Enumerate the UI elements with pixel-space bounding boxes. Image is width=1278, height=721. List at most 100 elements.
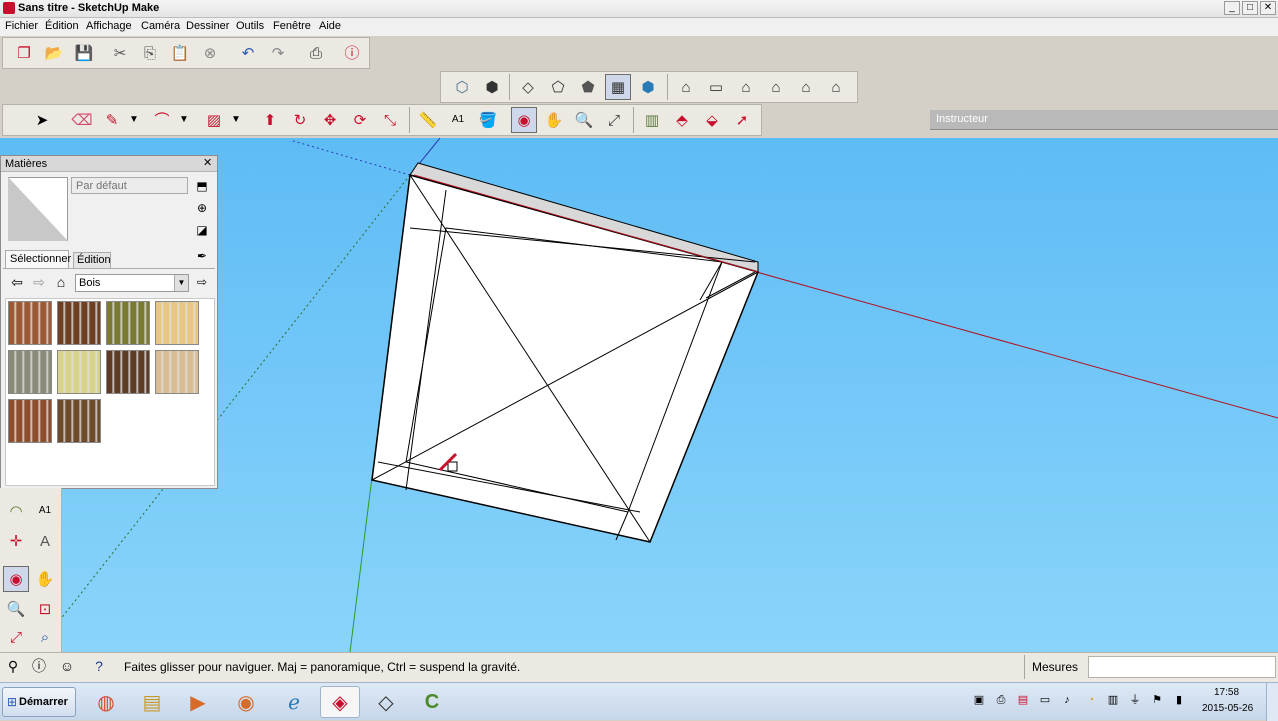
warehouse-icon[interactable]: ▥ (639, 107, 665, 133)
orbit-icon[interactable]: ◉ (3, 566, 29, 592)
swatch-wood-4[interactable] (155, 301, 199, 345)
chevron-down-icon[interactable]: ▼ (229, 107, 243, 133)
create-material-icon[interactable]: ⊕ (192, 198, 212, 218)
protractor-icon[interactable]: ◠ (3, 498, 29, 524)
firefox-icon[interactable]: ◉ (226, 686, 266, 718)
menu-camera[interactable]: Caméra (141, 20, 180, 32)
monitor-icon[interactable]: ▭ (1038, 693, 1052, 707)
share-model-icon[interactable]: ⬘ (669, 107, 695, 133)
home-icon[interactable]: ⌂ (51, 272, 71, 292)
instructor-panel[interactable]: Instructeur (930, 110, 1278, 130)
media-player-icon[interactable]: ▶ (178, 686, 218, 718)
forward-arrow-icon[interactable]: ⇨ (29, 272, 49, 292)
swatch-wood-1[interactable] (8, 301, 52, 345)
top-view-icon[interactable]: ▭ (703, 74, 729, 100)
flag-icon[interactable]: ⚑ (1150, 693, 1164, 707)
menu-fichier[interactable]: Fichier (5, 20, 38, 32)
cut-icon[interactable]: ✂ (107, 40, 133, 66)
back-view-icon[interactable]: ⌂ (793, 74, 819, 100)
chevron-down-icon[interactable]: ▼ (177, 107, 191, 133)
swatch-wood-10[interactable] (57, 399, 101, 443)
help-icon[interactable]: ? (88, 654, 110, 678)
swatch-wood-2[interactable] (57, 301, 101, 345)
previous-view-icon[interactable]: ⌕ (32, 624, 58, 650)
update-icon[interactable]: ◔ (1084, 693, 1098, 707)
swatch-wood-5[interactable] (8, 350, 52, 394)
text-icon[interactable]: A1 (445, 107, 471, 133)
wireframe-icon[interactable]: ◇ (515, 74, 541, 100)
sample-paint-icon[interactable]: ✒ (192, 246, 212, 266)
menu-affichage[interactable]: Affichage (86, 20, 132, 32)
open-folder-icon[interactable]: 📂 (41, 40, 67, 66)
start-button[interactable]: ⊞ Démarrer (2, 687, 76, 717)
pdf-icon[interactable]: ▤ (1016, 693, 1030, 707)
network-icon[interactable]: ▣ (972, 693, 986, 707)
pan-hand-icon[interactable]: ✋ (32, 566, 58, 592)
menu-outils[interactable]: Outils (236, 20, 264, 32)
swatch-wood-9[interactable] (8, 399, 52, 443)
tray-app-icon[interactable]: ▥ (1106, 693, 1120, 707)
usb-icon[interactable]: ⏚ (1128, 693, 1142, 707)
text-icon[interactable]: A1 (32, 498, 58, 524)
swatch-wood-6[interactable] (57, 350, 101, 394)
back-edges-icon[interactable]: ⬢ (479, 74, 505, 100)
swatch-wood-7[interactable] (106, 350, 150, 394)
unity-icon[interactable]: ◇ (366, 686, 406, 718)
menu-edition[interactable]: Édition (45, 20, 79, 32)
tab-selectionner[interactable]: Sélectionner (5, 250, 71, 268)
sketchup-taskbar-icon[interactable]: ◈ (320, 686, 360, 718)
new-file-icon[interactable]: ❐ (11, 40, 37, 66)
details-arrow-icon[interactable]: ⇨ (192, 272, 212, 292)
rectangle-icon[interactable]: ▨ (201, 107, 227, 133)
right-view-icon[interactable]: ⌂ (763, 74, 789, 100)
back-arrow-icon[interactable]: ⇦ (7, 272, 27, 292)
undo-icon[interactable]: ↶ (235, 40, 261, 66)
swatch-wood-8[interactable] (155, 350, 199, 394)
shaded-icon[interactable]: ⬟ (575, 74, 601, 100)
orbit-icon[interactable]: ◉ (511, 107, 537, 133)
tape-measure-icon[interactable]: 📏 (415, 107, 441, 133)
3d-text-icon[interactable]: A (32, 528, 58, 554)
material-name-field[interactable] (71, 177, 188, 194)
zoom-icon[interactable]: 🔍 (571, 107, 597, 133)
internet-explorer-icon[interactable]: ℯ (274, 686, 314, 718)
copy-icon[interactable]: ⎘ (137, 40, 163, 66)
rotate-icon[interactable]: ⟳ (347, 107, 373, 133)
chevron-down-icon[interactable]: ▼ (127, 107, 141, 133)
signal-icon[interactable]: ▮ (1172, 693, 1186, 707)
maximize-button[interactable]: □ (1242, 1, 1258, 15)
default-material-icon[interactable]: ◪ (192, 220, 212, 240)
credits-icon[interactable]: ⓘ (28, 654, 50, 678)
chrome-icon[interactable]: ◍ (86, 686, 126, 718)
printer-icon[interactable]: ⎙ (994, 693, 1008, 707)
close-button[interactable]: ✕ (1260, 1, 1276, 15)
components-icon[interactable]: ⬙ (699, 107, 725, 133)
tab-edition[interactable]: Édition (73, 252, 111, 268)
front-view-icon[interactable]: ⌂ (733, 74, 759, 100)
close-icon[interactable]: ✕ (203, 156, 212, 169)
redo-icon[interactable]: ↷ (265, 40, 291, 66)
user-icon[interactable]: ☺ (56, 654, 78, 678)
paste-icon[interactable]: 📋 (167, 40, 193, 66)
menu-fenetre[interactable]: Fenêtre (273, 20, 311, 32)
chevron-down-icon[interactable]: ▼ (174, 275, 188, 291)
zoom-extents-icon[interactable]: ⤢ (601, 107, 627, 133)
show-desktop-button[interactable] (1266, 683, 1278, 721)
print-icon[interactable]: ⎙ (303, 40, 329, 66)
zoom-icon[interactable]: 🔍 (3, 596, 29, 622)
eraser-icon[interactable]: ⌫ (69, 107, 95, 133)
menu-dessiner[interactable]: Dessiner (186, 20, 229, 32)
erase-icon[interactable]: ⊗ (197, 40, 223, 66)
extension-icon[interactable]: ➚ (729, 107, 755, 133)
clock-time[interactable]: 17:58 (1214, 687, 1239, 698)
shaded-textures-icon[interactable]: ▦ (605, 74, 631, 100)
follow-me-icon[interactable]: ↻ (287, 107, 313, 133)
minimize-button[interactable]: _ (1224, 1, 1240, 15)
collection-select[interactable]: Bois ▼ (75, 274, 189, 292)
camtasia-icon[interactable]: C (412, 686, 452, 718)
iso-view-icon[interactable]: ⌂ (673, 74, 699, 100)
axes-icon[interactable]: ✛ (3, 528, 29, 554)
pencil-icon[interactable]: ✎ (99, 107, 125, 133)
model-info-icon[interactable]: ⓘ (339, 40, 365, 66)
select-arrow-icon[interactable]: ➤ (29, 107, 55, 133)
